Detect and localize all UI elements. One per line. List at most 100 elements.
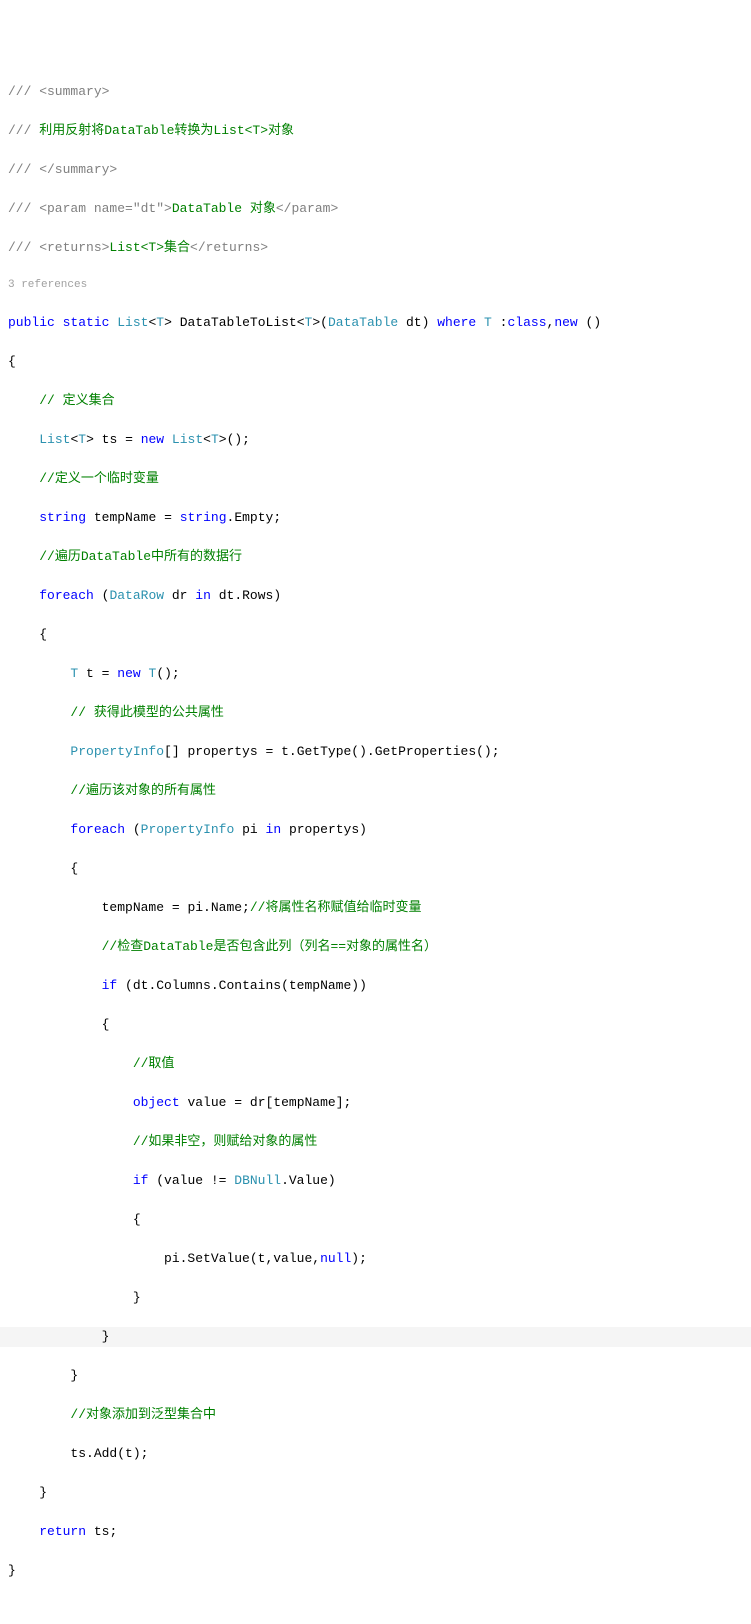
code-line: PropertyInfo[] propertys = t.GetType().G… <box>0 742 751 762</box>
code-line: //如果非空，则赋给对象的属性 <box>0 1132 751 1152</box>
code-line: } <box>0 1561 751 1581</box>
comment: //检查DataTable是否包含此列（列名==对象的属性名） <box>102 939 437 954</box>
code-line: { <box>0 859 751 879</box>
comment: //遍历DataTable中所有的数据行 <box>39 549 242 564</box>
code-line: //遍历DataTable中所有的数据行 <box>0 547 751 567</box>
comment: //将属性名称赋值给临时变量 <box>250 900 422 915</box>
var-ts: ts <box>102 432 118 447</box>
code-line: if (value != DBNull.Value) <box>0 1171 751 1191</box>
comment: // 定义集合 <box>39 393 114 408</box>
comment: //遍历该对象的所有属性 <box>70 783 216 798</box>
keyword-new: new <box>117 666 140 681</box>
code-line: string tempName = string.Empty; <box>0 508 751 528</box>
type-list: List <box>117 315 148 330</box>
code-line: //遍历该对象的所有属性 <box>0 781 751 801</box>
expr-setvalue: pi.SetValue(t,value, <box>164 1251 320 1266</box>
xml-param-content: DataTable 对象 <box>172 201 276 216</box>
keyword-string: string <box>39 510 86 525</box>
var-tempname: tempName <box>94 510 156 525</box>
keyword-static: static <box>63 315 110 330</box>
keyword-foreach: foreach <box>39 588 94 603</box>
reference-count[interactable]: 3 references <box>0 277 751 294</box>
comment: //对象添加到泛型集合中 <box>70 1407 216 1422</box>
keyword-return: return <box>39 1524 86 1539</box>
code-line: /// <param name="dt">DataTable 对象</param… <box>0 199 751 219</box>
code-line: //检查DataTable是否包含此列（列名==对象的属性名） <box>0 937 751 957</box>
code-line: } <box>0 1366 751 1386</box>
type-list: List <box>172 432 203 447</box>
type-t: T <box>70 666 78 681</box>
code-line: foreach (DataRow dr in dt.Rows) <box>0 586 751 606</box>
type-param: T <box>156 315 164 330</box>
assign-tempname: tempName = pi.Name; <box>102 900 250 915</box>
comment: // 获得此模型的公共属性 <box>70 705 223 720</box>
type-datatable: DataTable <box>328 315 398 330</box>
comment: //如果非空，则赋给对象的属性 <box>133 1134 318 1149</box>
keyword-object: object <box>133 1095 180 1110</box>
xml-doc-comment: /// </summary> <box>8 162 117 177</box>
xml-doc-param-close: </param> <box>276 201 338 216</box>
code-line: return ts; <box>0 1522 751 1542</box>
expr-dt-rows: dt.Rows <box>219 588 274 603</box>
type-propertyinfo: PropertyInfo <box>70 744 164 759</box>
code-line: List<T> ts = new List<T>(); <box>0 430 751 450</box>
type-propertyinfo: PropertyInfo <box>141 822 235 837</box>
keyword-public: public <box>8 315 55 330</box>
type-datarow: DataRow <box>109 588 164 603</box>
keyword-null: null <box>320 1251 351 1266</box>
xml-doc-text: /// <box>8 123 39 138</box>
keyword-new: new <box>554 315 577 330</box>
type-list: List <box>39 432 70 447</box>
expr-ts-add: ts.Add(t); <box>70 1446 148 1461</box>
comment: //取值 <box>133 1056 175 1071</box>
type-constraint: T <box>484 315 492 330</box>
type-t: T <box>211 432 219 447</box>
code-line: // 获得此模型的公共属性 <box>0 703 751 723</box>
var-value: value <box>187 1095 226 1110</box>
var-pi: pi <box>242 822 258 837</box>
code-line: /// </summary> <box>0 160 751 180</box>
code-line: //取值 <box>0 1054 751 1074</box>
code-line: // 定义集合 <box>0 391 751 411</box>
code-line: { <box>0 625 751 645</box>
expr-gettype: t.GetType().GetProperties(); <box>281 744 499 759</box>
code-line: ts.Add(t); <box>0 1444 751 1464</box>
param-dt: dt <box>406 315 422 330</box>
code-line: if (dt.Columns.Contains(tempName)) <box>0 976 751 996</box>
keyword-new: new <box>141 432 164 447</box>
expr-setvalue-end: ); <box>351 1251 367 1266</box>
code-line: { <box>0 1210 751 1230</box>
comment: //定义一个临时变量 <box>39 471 159 486</box>
code-line: } <box>0 1483 751 1503</box>
expr-contains: (dt.Columns.Contains(tempName)) <box>125 978 367 993</box>
keyword-foreach: foreach <box>70 822 125 837</box>
code-line: } <box>0 1327 751 1347</box>
keyword-where: where <box>437 315 476 330</box>
code-line: object value = dr[tempName]; <box>0 1093 751 1113</box>
code-line: /// <returns>List<T>集合</returns> <box>0 238 751 258</box>
keyword-in: in <box>266 822 282 837</box>
var-propertys: propertys <box>187 744 257 759</box>
prop-empty: Empty <box>234 510 273 525</box>
keyword-string: string <box>180 510 227 525</box>
code-line: //对象添加到泛型集合中 <box>0 1405 751 1425</box>
xml-doc-returns: /// <returns> <box>8 240 109 255</box>
var-propertys: propertys <box>289 822 359 837</box>
xml-doc-comment: /// <summary> <box>8 84 109 99</box>
code-line: /// <summary> <box>0 82 751 102</box>
method-name: DataTableToList <box>180 315 297 330</box>
expr-dbnull-value: .Value) <box>281 1173 336 1188</box>
xml-returns-content: List<T>集合 <box>109 240 190 255</box>
keyword-if: if <box>133 1173 149 1188</box>
var-dr: dr <box>172 588 188 603</box>
code-line: public static List<T> DataTableToList<T>… <box>0 313 751 333</box>
code-line: tempName = pi.Name;//将属性名称赋值给临时变量 <box>0 898 751 918</box>
xml-doc-returns-close: </returns> <box>190 240 268 255</box>
keyword-if: if <box>102 978 118 993</box>
var-ts-return: ts; <box>94 1524 117 1539</box>
type-dbnull: DBNull <box>234 1173 281 1188</box>
code-line: } <box>0 1288 751 1308</box>
code-line: pi.SetValue(t,value,null); <box>0 1249 751 1269</box>
code-line: //定义一个临时变量 <box>0 469 751 489</box>
var-t: t <box>86 666 94 681</box>
